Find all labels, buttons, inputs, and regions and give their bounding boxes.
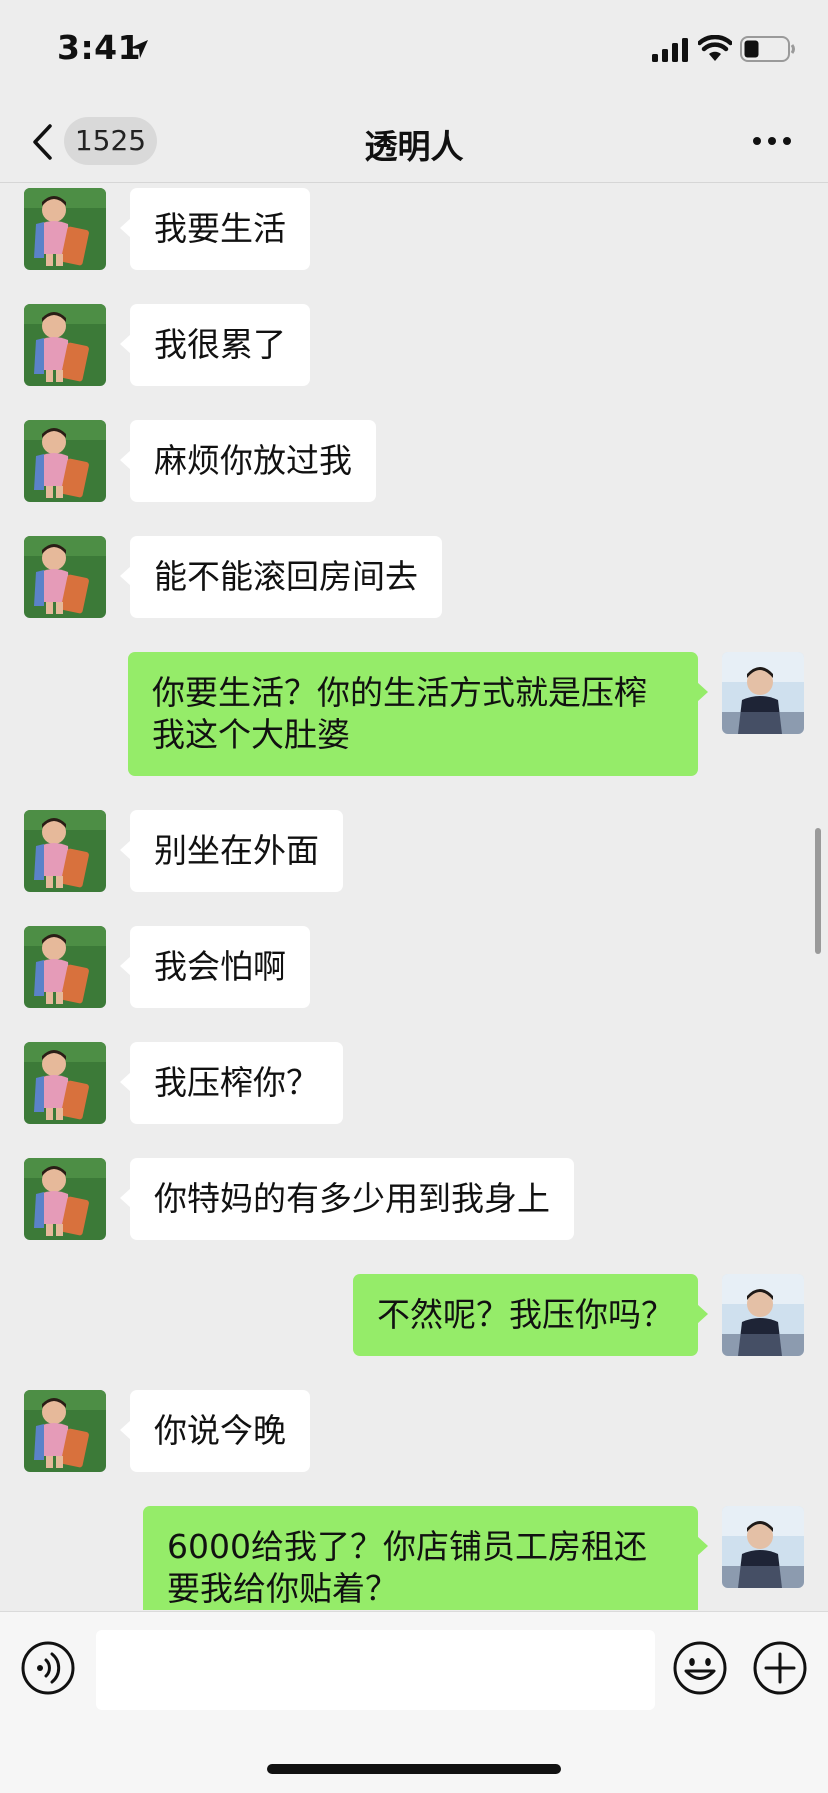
message-bubble[interactable]: 麻烦你放过我: [120, 420, 376, 502]
message-bubble[interactable]: 不然呢？我压你吗？: [353, 1274, 708, 1356]
add-more-icon[interactable]: [752, 1640, 808, 1696]
contact-avatar[interactable]: [24, 536, 106, 618]
message-bubble[interactable]: 你说今晚: [120, 1390, 310, 1472]
contact-avatar[interactable]: [24, 926, 106, 1008]
more-options-icon[interactable]: [752, 136, 792, 146]
wifi-icon: [698, 35, 732, 61]
location-arrow-icon: [130, 40, 148, 58]
message-bubble[interactable]: 能不能滚回房间去: [120, 536, 442, 618]
contact-avatar[interactable]: [24, 1042, 106, 1124]
message-bubble[interactable]: 别坐在外面: [120, 810, 343, 892]
chat-title: 透明人: [364, 127, 464, 166]
contact-avatar[interactable]: [24, 188, 106, 270]
message-bubble[interactable]: 你要生活？你的生活方式就是压榨我这个大肚婆: [128, 652, 708, 776]
emoji-icon[interactable]: [672, 1640, 728, 1696]
message-bubble[interactable]: 我要生活: [120, 188, 310, 270]
contact-avatar[interactable]: [24, 1158, 106, 1240]
home-indicator: [267, 1764, 561, 1774]
my-avatar[interactable]: [722, 1506, 804, 1588]
message-bubble[interactable]: 我很累了: [120, 304, 310, 386]
scrollbar[interactable]: [815, 828, 821, 954]
input-bar: [0, 1611, 828, 1793]
message-bubble[interactable]: 6000给我了？你店铺员工房租还要我给你贴着？: [143, 1506, 708, 1610]
my-avatar[interactable]: [722, 652, 804, 734]
message-bubble[interactable]: 我会怕啊: [120, 926, 310, 1008]
voice-input-icon[interactable]: [20, 1640, 76, 1696]
contact-avatar[interactable]: [24, 1390, 106, 1472]
contact-avatar[interactable]: [24, 304, 106, 386]
message-list[interactable]: 我要生活 我很累了 麻烦你放过我 能不能滚回房间去 你要生活？你的生活方式就是压…: [0, 183, 828, 1610]
my-avatar[interactable]: [722, 1274, 804, 1356]
message-input[interactable]: [96, 1630, 655, 1710]
chat-header: 1525 透明人: [0, 100, 828, 183]
contact-avatar[interactable]: [24, 810, 106, 892]
contact-avatar[interactable]: [24, 420, 106, 502]
cellular-signal-icon: [652, 38, 688, 62]
status-bar: 3:41: [0, 0, 828, 100]
message-bubble[interactable]: 你特妈的有多少用到我身上: [120, 1158, 574, 1240]
battery-icon: [740, 36, 795, 62]
message-bubble[interactable]: 我压榨你？: [120, 1042, 343, 1124]
